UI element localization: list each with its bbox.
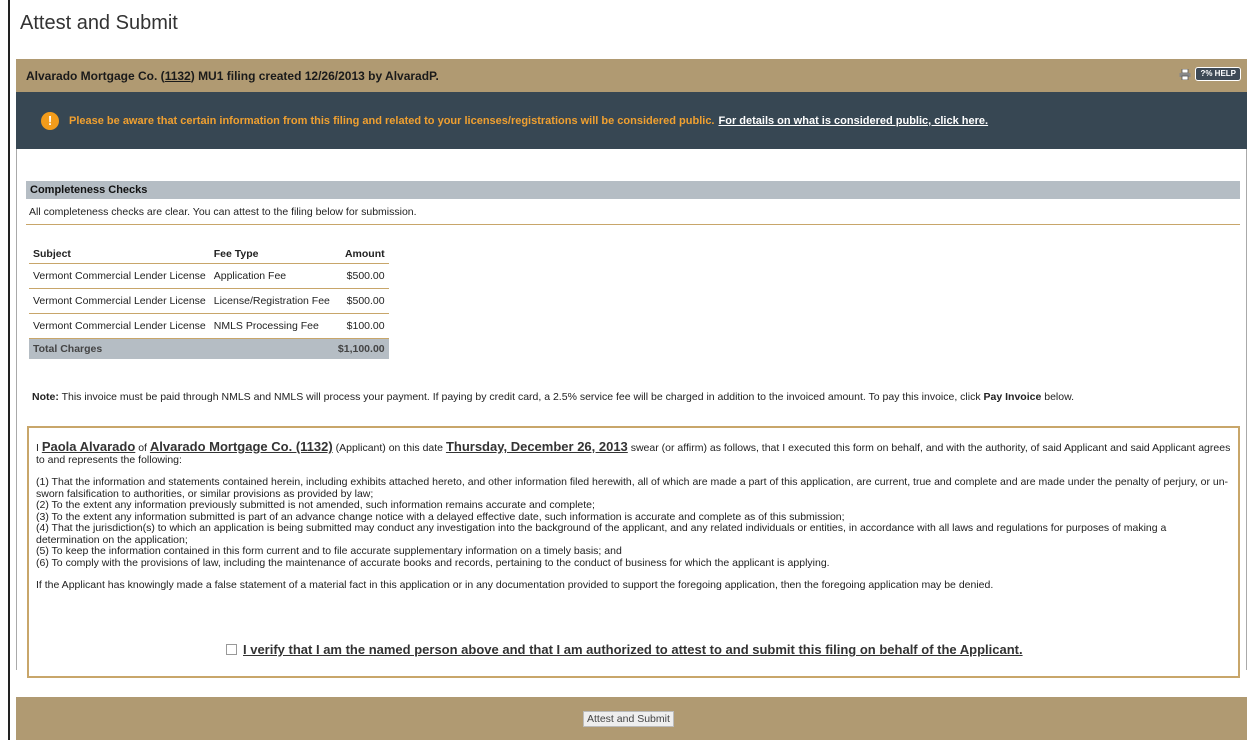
filing-details: ) MU1 filing created 12/26/2013 by Alvar… (190, 68, 439, 83)
fee-table-header: Subject Fee Type Amount (29, 246, 389, 264)
attestation-item: (1) That the information and statements … (36, 476, 1229, 500)
page-title: Attest and Submit (20, 12, 178, 34)
fee-type: License/Registration Fee (209, 288, 334, 314)
fee-amount: $100.00 (333, 313, 389, 339)
fee-type: Application Fee (209, 263, 334, 289)
note-end: below. (1044, 391, 1075, 403)
attest-submit-button[interactable]: Attest and Submit (583, 711, 674, 727)
exclamation-icon: ! (41, 111, 59, 130)
attester-name: Paola Alvarado (41, 439, 136, 454)
attestation-item: (6) To comply with the provisions of law… (36, 556, 830, 569)
table-row: Vermont Commercial Lender License Applic… (29, 263, 389, 289)
table-row: Vermont Commercial Lender License Licens… (29, 288, 389, 314)
notice-text: Please be aware that certain information… (69, 115, 988, 127)
total-label: Total Charges (29, 338, 334, 359)
fee-subject: Vermont Commercial Lender License (29, 263, 210, 289)
subject-header: Subject (29, 246, 210, 264)
false-statement-warning: If the Applicant has knowingly made a fa… (36, 579, 994, 591)
attestation-item: (2) To the extent any information previo… (36, 499, 595, 511)
pay-invoice-text: Pay Invoice (983, 391, 1042, 403)
company-id-link[interactable]: 1132 (165, 69, 191, 83)
completeness-description: All completeness checks are clear. You c… (29, 206, 417, 218)
amount-header: Amount (333, 246, 389, 264)
note-label: Note: (32, 391, 59, 403)
total-amount: $1,100.00 (333, 338, 389, 359)
attestation-item: (5) To keep the information contained in… (36, 545, 622, 557)
print-icon[interactable] (1179, 68, 1191, 80)
verify-checkbox[interactable] (226, 644, 237, 655)
filing-header: Alvarado Mortgage Co. (1132) MU1 filing … (16, 59, 1247, 92)
fee-subject: Vermont Commercial Lender License (29, 288, 210, 314)
fee-type-header: Fee Type (209, 246, 334, 264)
help-button[interactable]: ?% HELP (1195, 67, 1241, 81)
filing-company: Alvarado Mortgage Co. ( (26, 68, 165, 83)
table-row: Vermont Commercial Lender License NMLS P… (29, 313, 389, 339)
fee-subject: Vermont Commercial Lender License (29, 313, 210, 339)
fee-amount: $500.00 (333, 263, 389, 289)
invoice-note: Note: This invoice must be paid through … (32, 391, 1074, 403)
intro-applicant-date: (Applicant) on this date (335, 442, 444, 454)
submit-bar: Attest and Submit (16, 697, 1247, 740)
attestation-date: Thursday, December 26, 2013 (445, 439, 628, 454)
help-area: ?% HELP (1179, 67, 1241, 81)
notice-message: Please be aware that certain information… (69, 114, 715, 127)
attestation-intro: I Paola Alvarado of Alvarado Mortgage Co… (36, 439, 1232, 466)
fee-table: Subject Fee Type Amount Vermont Commerci… (29, 246, 389, 359)
attestation-item: (4) That the jurisdiction(s) to which an… (36, 522, 1167, 546)
verify-row: I verify that I am the named person abov… (226, 642, 1023, 657)
attester-company: Alvarado Mortgage Co. (1132) (149, 439, 333, 454)
fee-type: NMLS Processing Fee (209, 313, 334, 339)
note-text: This invoice must be paid through NMLS a… (61, 391, 981, 403)
intro-i: I (36, 442, 39, 454)
public-notice-bar: ! Please be aware that certain informati… (16, 92, 1247, 149)
filing-title: Alvarado Mortgage Co. (1132) MU1 filing … (26, 69, 439, 83)
completeness-header: Completeness Checks (26, 181, 1240, 199)
total-row: Total Charges $1,100.00 (29, 338, 389, 359)
attestation-text: I Paola Alvarado of Alvarado Mortgage Co… (36, 439, 1232, 592)
fee-amount: $500.00 (333, 288, 389, 314)
intro-of: of (138, 442, 147, 454)
attestation-box: I Paola Alvarado of Alvarado Mortgage Co… (27, 426, 1240, 678)
verify-label[interactable]: I verify that I am the named person abov… (243, 642, 1023, 657)
public-details-link[interactable]: For details on what is considered public… (719, 115, 989, 127)
completeness-title: Completeness Checks (30, 184, 148, 196)
section-divider (26, 224, 1240, 225)
